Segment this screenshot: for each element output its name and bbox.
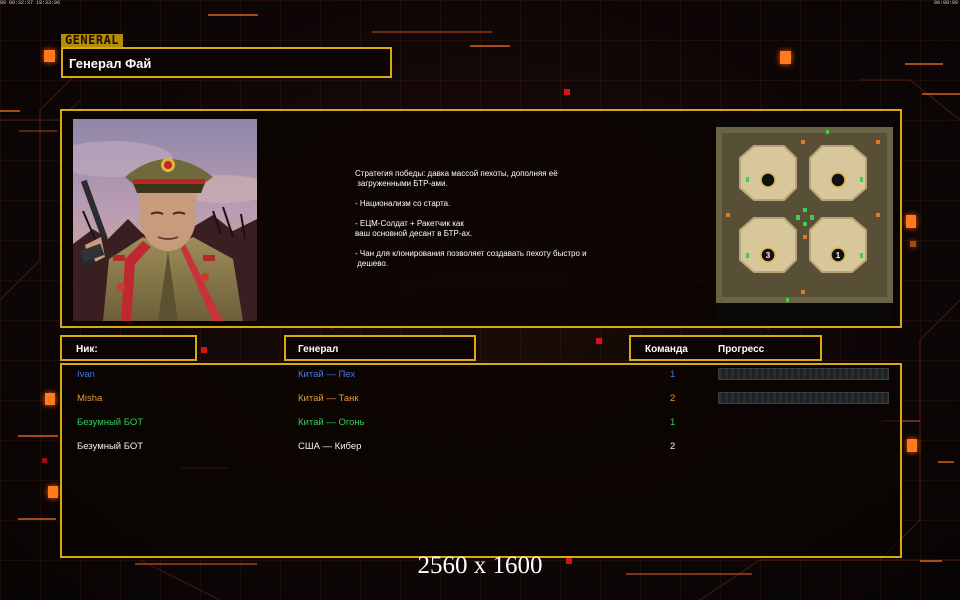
column-header-nick: Ник: xyxy=(60,335,197,361)
deco-square xyxy=(48,486,58,498)
player-row[interactable]: Безумный БОТ Китай — Огонь 1 xyxy=(62,413,900,433)
general-portrait xyxy=(73,119,257,321)
player-team[interactable]: 2 xyxy=(670,393,675,404)
deco-square xyxy=(44,50,55,62)
general-logo: GENERAL xyxy=(61,34,123,47)
map-base-br xyxy=(809,217,867,273)
map-start-3: 3 xyxy=(766,251,771,260)
general-info-panel: Стратегия победы: давка массой пехоты, д… xyxy=(60,109,902,328)
player-row[interactable]: Ivan Китай — Пех 1 xyxy=(62,365,900,385)
column-header-team-label: Команда xyxy=(645,344,688,355)
player-nick: Ivan xyxy=(77,369,95,380)
deco-dash xyxy=(208,14,258,16)
game-lobby-screen: 00 00:32:37 19:33:06 00:00:00 GENERAL Ге… xyxy=(0,0,960,600)
deco-dash xyxy=(18,435,58,437)
player-general[interactable]: Китай — Танк xyxy=(298,393,359,404)
deco-dash xyxy=(372,31,492,33)
column-header-team-progress: Команда Прогресс xyxy=(629,335,822,361)
deco-square xyxy=(780,51,791,64)
status-bar-left: 00 00:32:37 19:33:06 xyxy=(0,0,61,6)
player-list: Ivan Китай — Пех 1 Misha Китай — Танк 2 Безумн… xyxy=(60,363,902,558)
deco-dash xyxy=(938,461,954,463)
deco-red-square xyxy=(201,347,207,353)
player-team[interactable]: 1 xyxy=(670,369,675,380)
deco-dash xyxy=(922,93,960,95)
column-header-general: Генерал xyxy=(284,335,476,361)
general-title-panel: Генерал Фай xyxy=(61,47,392,78)
player-nick: Безумный БОТ xyxy=(77,441,144,452)
map-preview[interactable]: 3 1 xyxy=(716,120,893,321)
deco-square xyxy=(907,439,917,452)
player-progress-bar xyxy=(718,392,889,404)
deco-square xyxy=(910,241,916,247)
player-general[interactable]: США — Кибер xyxy=(298,441,361,452)
status-bar-clock: 00:00:00 xyxy=(933,0,958,6)
player-team[interactable]: 1 xyxy=(670,417,675,428)
player-general[interactable]: Китай — Огонь xyxy=(298,417,365,428)
player-nick: Безумный БОТ xyxy=(77,417,144,428)
deco-dash xyxy=(19,130,57,132)
map-base-bl xyxy=(739,217,797,273)
deco-dash xyxy=(0,110,20,112)
player-row[interactable]: Misha Китай — Танк 2 xyxy=(62,389,900,409)
deco-dash xyxy=(905,63,943,65)
column-header-general-label: Генерал xyxy=(298,344,339,355)
resolution-watermark: 2560 x 1600 xyxy=(417,552,543,579)
deco-red-square xyxy=(42,458,47,463)
general-name: Генерал Фай xyxy=(69,56,152,71)
deco-red-square xyxy=(564,89,570,95)
column-header-nick-label: Ник: xyxy=(76,344,98,355)
deco-dash xyxy=(470,45,510,47)
player-row[interactable]: Безумный БОТ США — Кибер 2 xyxy=(62,437,900,457)
player-nick: Misha xyxy=(77,393,103,404)
column-header-progress-label: Прогресс xyxy=(718,344,765,355)
player-general[interactable]: Китай — Пех xyxy=(298,369,355,380)
deco-square xyxy=(45,393,55,405)
player-progress-bar xyxy=(718,368,889,380)
map-start-4: 1 xyxy=(836,251,841,260)
deco-dash xyxy=(18,518,56,520)
deco-square xyxy=(906,215,916,228)
general-strategy-description: Стратегия победы: давка массой пехоты, д… xyxy=(355,169,587,268)
player-team[interactable]: 2 xyxy=(670,441,675,452)
deco-red-square xyxy=(596,338,602,344)
